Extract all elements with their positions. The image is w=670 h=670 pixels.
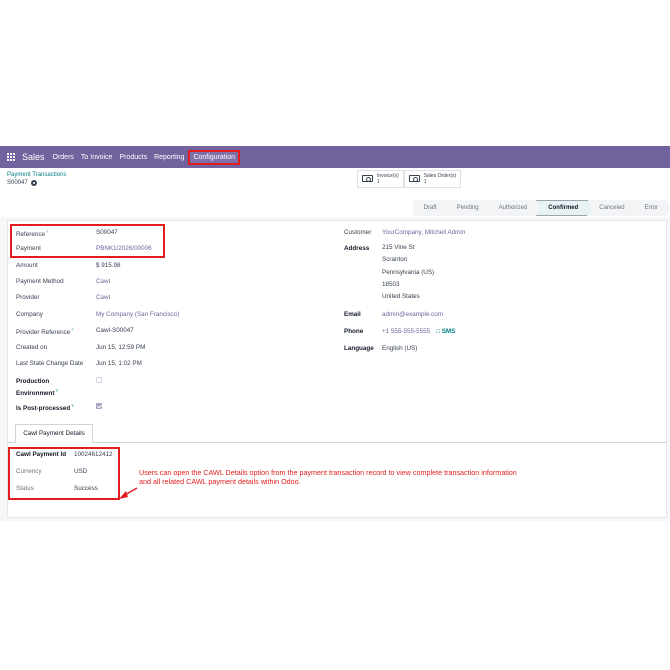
field-label: Customer: [344, 229, 372, 236]
phone-link[interactable]: +1 555-555-5555: [382, 328, 430, 335]
field-reference: Reference? S00047: [16, 229, 118, 238]
tab-divider: [8, 442, 666, 443]
field-amount: Amount $ 915.98: [16, 262, 121, 269]
field-label: Phone: [344, 328, 364, 335]
help-icon[interactable]: ?: [71, 403, 73, 408]
menu-to-invoice[interactable]: To Invoice: [81, 154, 113, 161]
field-currency: Currency USD: [16, 468, 87, 475]
amount-value: $ 915.98: [96, 262, 121, 269]
field-label: Payment Method: [16, 278, 64, 285]
address-line: 18503: [382, 280, 400, 288]
language-value: English (US): [382, 345, 418, 352]
field-production-environment: Production Environment?: [16, 377, 102, 398]
sms-button[interactable]: □ SMS: [436, 328, 455, 335]
field-label: Payment: [16, 245, 41, 252]
menu-configuration[interactable]: Configuration: [188, 149, 241, 165]
address-line: 215 Vine St: [382, 244, 415, 251]
top-navbar: Sales Orders To Invoice Products Reporti…: [0, 146, 670, 168]
annotation-text: Users can open the CAWL Details option f…: [139, 468, 517, 486]
field-label: Cawl Payment Id: [16, 451, 67, 458]
field-label: Amount: [16, 262, 38, 269]
stage-error[interactable]: Error: [633, 200, 670, 216]
smart-button-label: Invoice(s): [377, 173, 399, 179]
field-email: Email admin@example.com: [344, 311, 443, 318]
field-label: Company: [16, 311, 43, 318]
reference-value: S00047: [96, 229, 118, 236]
last-state-change-value: Jun 15, 1:02 PM: [96, 360, 142, 367]
field-cawl-payment-id: Cawl Payment Id 10024612412: [16, 451, 113, 458]
menu-products[interactable]: Products: [119, 154, 147, 161]
field-label: Currency: [16, 468, 42, 475]
breadcrumb-parent[interactable]: Payment Transactions: [7, 172, 66, 178]
money-icon: [408, 175, 420, 182]
field-label: Last State Change Date: [16, 360, 84, 367]
help-icon[interactable]: ?: [71, 327, 73, 332]
stage-confirmed[interactable]: Confirmed: [536, 200, 593, 217]
smart-buttons: Invoice(s) 1 Sales Order(s) 1: [357, 170, 462, 188]
money-icon: [362, 175, 373, 182]
menu-orders[interactable]: Orders: [53, 154, 74, 161]
status-bar: Draft Pending Authorized Confirmed Cance…: [412, 200, 670, 217]
field-status: Status Success: [16, 485, 98, 492]
field-label: Language: [344, 345, 374, 352]
field-last-state-change: Last State Change Date Jun 15, 1:02 PM: [16, 360, 142, 367]
field-payment: Payment PBNK1/2026/00006: [16, 245, 152, 252]
production-environment-checkbox[interactable]: [96, 377, 102, 383]
customer-link[interactable]: YourCompany, Mitchell Admin: [382, 229, 465, 236]
stage-canceled[interactable]: Canceled: [588, 200, 640, 216]
field-label: Provider Reference?: [16, 327, 74, 337]
is-post-processed-checkbox[interactable]: [96, 403, 102, 409]
help-icon[interactable]: ?: [56, 388, 58, 393]
field-label: Email: [344, 311, 361, 318]
field-is-post-processed: Is Post-processed?: [16, 403, 102, 412]
created-on-value: Jun 15, 12:59 PM: [96, 344, 146, 351]
field-label: Provider: [16, 294, 40, 301]
field-label: Is Post-processed?: [16, 403, 74, 413]
field-provider-reference: Provider Reference? Cawl-S00047: [16, 327, 134, 336]
field-customer: Customer YourCompany, Mitchell Admin: [344, 229, 465, 236]
field-language: Language English (US): [344, 345, 417, 352]
tab-cawl-payment-details[interactable]: Cawl Payment Details: [15, 424, 93, 443]
cawl-payment-id-value: 10024612412: [74, 451, 113, 458]
email-link[interactable]: admin@example.com: [382, 311, 443, 318]
smart-button-label: Sales Order(s): [423, 173, 457, 179]
field-label: Created on: [16, 344, 48, 351]
field-phone: Phone +1 555-555-5555 □ SMS: [344, 328, 455, 335]
app-name[interactable]: Sales: [22, 152, 45, 162]
smart-button-count: 1: [423, 179, 427, 185]
record-name: S00047: [7, 180, 28, 186]
field-label: Reference?: [16, 229, 49, 239]
field-company: Company My Company (San Francisco): [16, 311, 179, 318]
address-line: Pennsylvania (US): [382, 268, 435, 276]
provider-reference-value: Cawl-S00047: [96, 327, 134, 334]
gear-icon[interactable]: [30, 180, 37, 186]
field-label: Address: [344, 245, 370, 252]
stage-authorized[interactable]: Authorized: [487, 200, 541, 216]
stage-pending[interactable]: Pending: [445, 200, 493, 216]
field-payment-method: Payment Method Cawl: [16, 278, 110, 285]
currency-value: USD: [74, 468, 88, 475]
provider-link[interactable]: Cawl: [96, 294, 110, 301]
field-address: Address 215 Vine St Scranton Pennsylvani…: [344, 242, 434, 303]
page: Sales Orders To Invoice Products Reporti…: [0, 0, 670, 670]
breadcrumb-current: S00047: [7, 180, 37, 186]
payment-method-link[interactable]: Cawl: [96, 278, 110, 285]
sales-orders-smart-button[interactable]: Sales Order(s) 1: [403, 170, 462, 188]
address-line: United States: [382, 293, 420, 301]
invoices-smart-button[interactable]: Invoice(s) 1: [357, 170, 404, 188]
field-provider: Provider Cawl: [16, 294, 110, 301]
address-line: Scranton: [382, 256, 408, 264]
field-label: Status: [16, 485, 34, 492]
payment-link[interactable]: PBNK1/2026/00006: [96, 245, 152, 252]
apps-menu-icon[interactable]: [7, 152, 16, 162]
company-link[interactable]: My Company (San Francisco): [96, 311, 179, 318]
smart-button-count: 1: [377, 179, 380, 185]
status-value: Success: [74, 485, 98, 492]
menu-reporting[interactable]: Reporting: [154, 154, 184, 161]
address-value: 215 Vine St Scranton Pennsylvania (US) 1…: [382, 242, 434, 303]
field-created-on: Created on Jun 15, 12:59 PM: [16, 344, 145, 351]
help-icon[interactable]: ?: [46, 229, 48, 234]
field-label: Production Environment?: [16, 378, 58, 398]
stage-draft[interactable]: Draft: [412, 200, 451, 216]
